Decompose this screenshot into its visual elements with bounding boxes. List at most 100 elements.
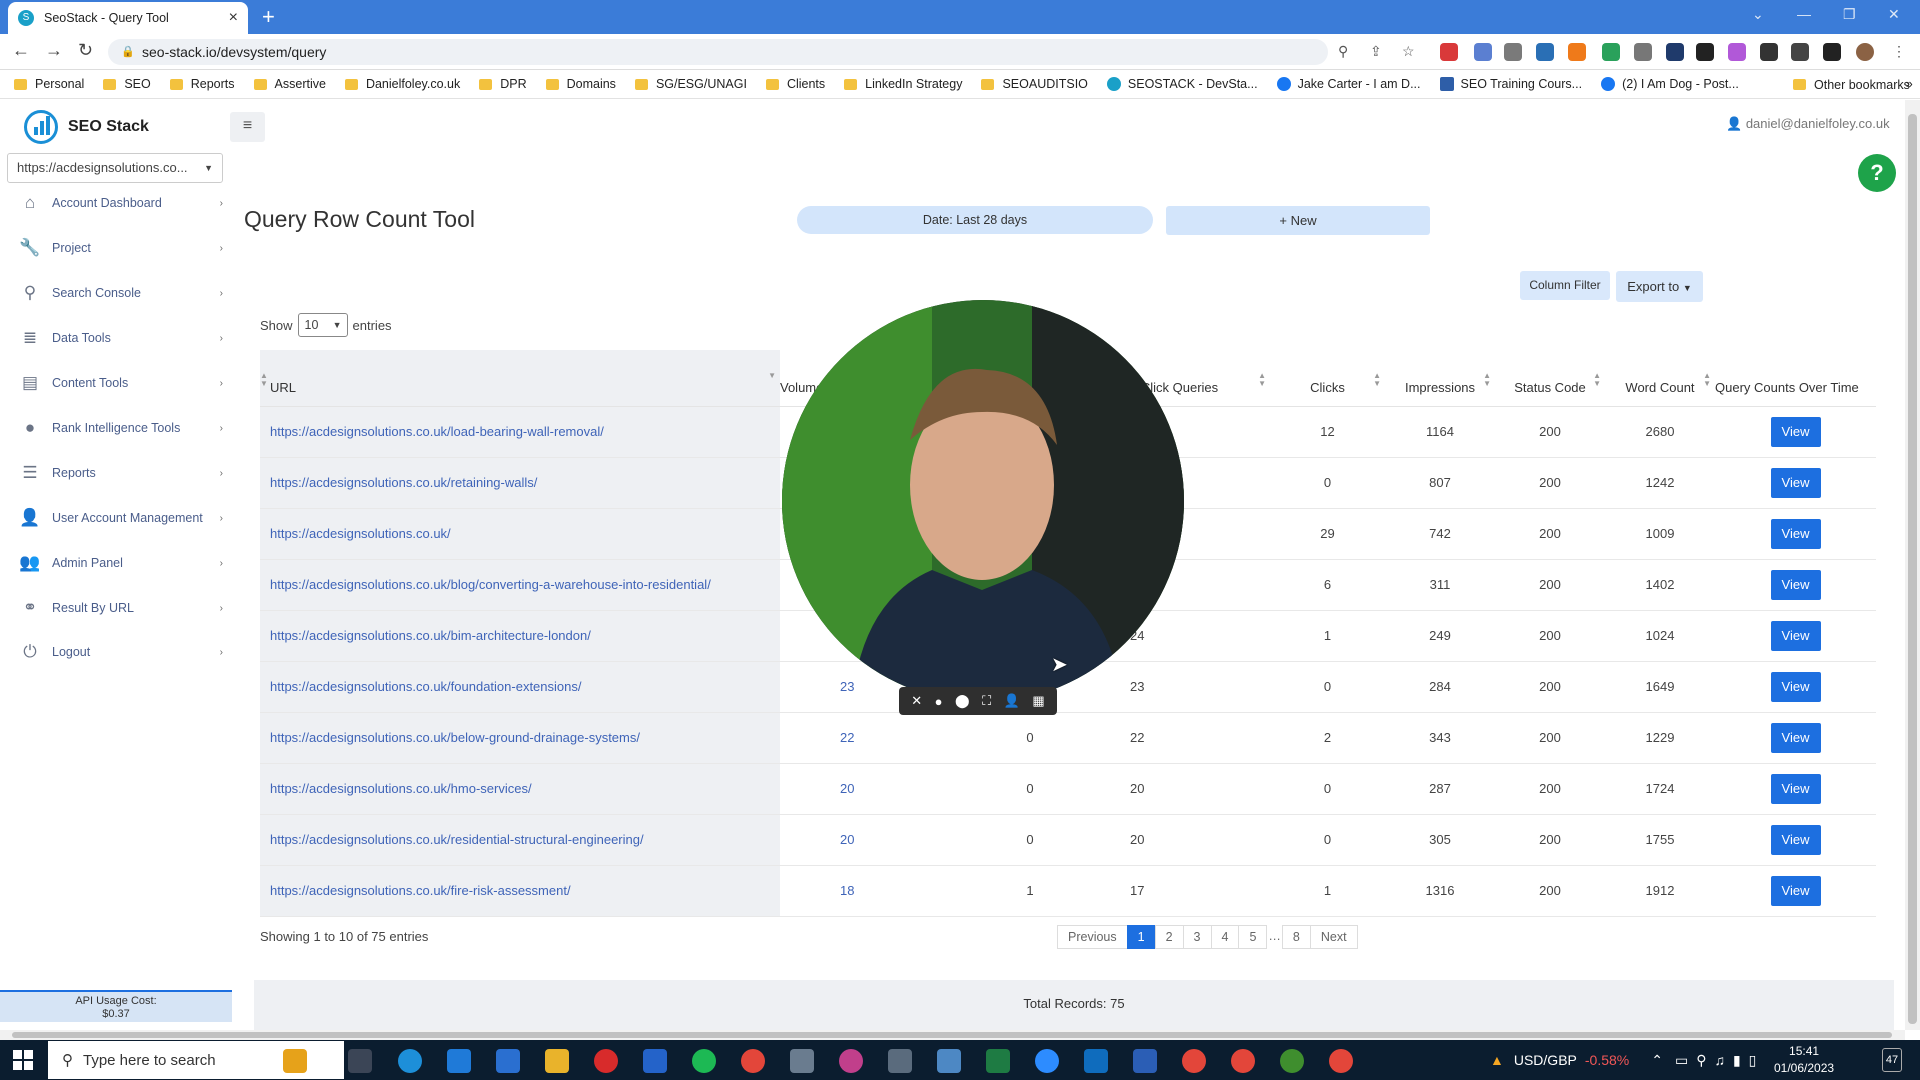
slack-icon[interactable] [839, 1049, 863, 1073]
nav-project[interactable]: 🔧 Project › [18, 235, 223, 261]
profile-avatar[interactable] [1856, 43, 1874, 61]
col-clicks[interactable]: Clicks ▲ ▼ [1270, 350, 1385, 407]
pagination-page[interactable]: 8 [1281, 925, 1311, 949]
chevron-down-icon[interactable]: ⌄ [1752, 6, 1764, 23]
reload-icon[interactable]: ↻ [78, 40, 93, 61]
extension-icon[interactable] [1696, 43, 1714, 61]
nav-rank-intelligence[interactable]: ● Rank Intelligence Tools › [18, 415, 223, 441]
bookmark-item[interactable]: SG/ESG/UNAGI [634, 77, 747, 91]
col-status-code[interactable]: Status Code ▲ ▼ [1495, 350, 1605, 407]
chrome-icon[interactable] [1231, 1049, 1255, 1073]
extension-icon[interactable] [1568, 43, 1586, 61]
url-link[interactable]: https://acdesignsolutions.co.uk/load-bea… [270, 424, 604, 439]
browser-tab[interactable]: S SeoStack - Query Tool × [8, 2, 248, 34]
bookmark-item[interactable]: Reports [169, 77, 235, 91]
pagination-page[interactable]: 5 [1238, 925, 1268, 949]
url-link[interactable]: https://acdesignsolutions.co.uk/bim-arch… [270, 628, 591, 643]
view-button[interactable]: View [1770, 416, 1821, 447]
view-button[interactable]: View [1770, 569, 1821, 600]
person-icon[interactable]: 👤 [1004, 693, 1020, 709]
reading-list-icon[interactable] [1791, 43, 1809, 61]
notifications-icon[interactable]: 47 [1882, 1048, 1902, 1072]
zoom-icon[interactable]: ⚲ [1338, 43, 1348, 60]
pagination-page[interactable]: 3 [1182, 925, 1212, 949]
extension-icon[interactable] [1474, 43, 1492, 61]
col-word-count[interactable]: Word Count ▲ ▼ [1605, 350, 1715, 407]
view-button[interactable]: View [1770, 773, 1821, 804]
extension-icon[interactable] [1536, 43, 1554, 61]
close-window-button[interactable]: ✕ [1888, 6, 1900, 23]
forward-icon[interactable]: → [45, 40, 63, 61]
hamburger-menu-icon[interactable]: ≡ [230, 112, 265, 142]
column-filter-button[interactable]: Column Filter [1520, 271, 1610, 300]
bookmark-item[interactable]: (2) I Am Dog - Post... [1601, 77, 1739, 91]
menu-dots-icon[interactable]: ⋮ [1892, 43, 1906, 60]
bookmark-item[interactable]: SEO [103, 77, 151, 91]
webcam-overlay[interactable] [782, 300, 1184, 702]
view-button[interactable]: View [1770, 620, 1821, 651]
bookmark-item[interactable]: LinkedIn Strategy [844, 77, 962, 91]
url-field[interactable]: 🔒 seo-stack.io/devsystem/query [108, 39, 1328, 65]
chrome-icon[interactable] [1329, 1049, 1353, 1073]
windows-start-icon[interactable] [13, 1050, 33, 1070]
zoom-icon[interactable] [1035, 1049, 1059, 1073]
horizontal-scrollbar[interactable] [0, 1030, 1905, 1040]
spotify-icon[interactable] [692, 1049, 716, 1073]
other-bookmarks[interactable]: Other bookmarks [1793, 70, 1910, 99]
nav-user-account-management[interactable]: 👤 User Account Management › [18, 505, 223, 531]
close-tab-icon[interactable]: × [229, 9, 238, 27]
view-button[interactable]: View [1770, 722, 1821, 753]
site-select[interactable]: https://acdesignsolutions.co... ▼ [7, 153, 223, 183]
app-icon[interactable] [790, 1049, 814, 1073]
calculator-icon[interactable] [888, 1049, 912, 1073]
bookmark-item[interactable]: DPR [479, 77, 527, 91]
tray-icons[interactable]: ▭⚲♫▮▯ [1675, 1052, 1764, 1069]
app-icon[interactable] [643, 1049, 667, 1073]
bookmark-item[interactable]: SEOSTACK - DevSta... [1106, 77, 1258, 91]
notepad-icon[interactable] [937, 1049, 961, 1073]
nav-logout[interactable]: ⏻ Logout › [18, 639, 223, 665]
restore-button[interactable]: ❐ [1843, 6, 1856, 23]
side-panel-icon[interactable] [1823, 43, 1841, 61]
extension-icon[interactable] [1504, 43, 1522, 61]
bookmark-item[interactable]: Danielfoley.co.uk [344, 77, 460, 91]
extension-icon[interactable] [1634, 43, 1652, 61]
col-impressions[interactable]: Impressions ▲ ▼ [1385, 350, 1495, 407]
back-icon[interactable]: ← [12, 40, 30, 61]
mail-icon[interactable] [447, 1049, 471, 1073]
vertical-scrollbar[interactable] [1905, 100, 1920, 1030]
outlook-icon[interactable] [1084, 1049, 1108, 1073]
user-account[interactable]: 👤 daniel@danielfoley.co.uk [1726, 116, 1890, 132]
currency-pair[interactable]: USD/GBP [1514, 1052, 1577, 1068]
url-link[interactable]: https://acdesignsolutions.co.uk/ [270, 526, 451, 541]
share-icon[interactable]: ⇪ [1370, 43, 1382, 60]
view-button[interactable]: View [1770, 875, 1821, 906]
page-length-select[interactable]: 10 ▼ [297, 313, 348, 337]
bookmark-item[interactable]: SEO Training Cours... [1439, 77, 1582, 91]
store-icon[interactable] [496, 1049, 520, 1073]
col-query-counts-over-time[interactable]: Query Counts Over Time [1715, 350, 1876, 407]
view-button[interactable]: View [1770, 671, 1821, 702]
clock[interactable]: 15:41 01/06/2023 [1774, 1043, 1834, 1077]
url-link[interactable]: https://acdesignsolutions.co.uk/fire-ris… [270, 883, 571, 898]
url-link[interactable]: https://acdesignsolutions.co.uk/resident… [270, 832, 644, 847]
view-button[interactable]: View [1770, 467, 1821, 498]
chrome-icon[interactable] [1182, 1049, 1206, 1073]
app-icon[interactable] [1280, 1049, 1304, 1073]
app-logo[interactable]: SEO Stack [24, 110, 149, 144]
help-icon[interactable]: ? [1858, 154, 1896, 192]
new-tab-button[interactable]: + [262, 4, 275, 30]
nav-reports[interactable]: ☰ Reports › [18, 460, 223, 486]
fullscreen-icon[interactable]: ⛶ [982, 693, 991, 709]
pagination-page[interactable]: 1 [1126, 925, 1156, 949]
pagination-page[interactable]: 2 [1154, 925, 1184, 949]
extension-icon[interactable] [1440, 43, 1458, 61]
bookmark-item[interactable]: Clients [765, 77, 825, 91]
date-range-button[interactable]: Date: Last 28 days [797, 206, 1153, 234]
bookmark-item[interactable]: Domains [545, 77, 616, 91]
word-icon[interactable] [1133, 1049, 1157, 1073]
bookmark-item[interactable]: Assertive [253, 77, 326, 91]
opera-icon[interactable] [594, 1049, 618, 1073]
url-link[interactable]: https://acdesignsolutions.co.uk/below-gr… [270, 730, 640, 745]
dot-large-icon[interactable]: ⬤ [955, 693, 970, 709]
